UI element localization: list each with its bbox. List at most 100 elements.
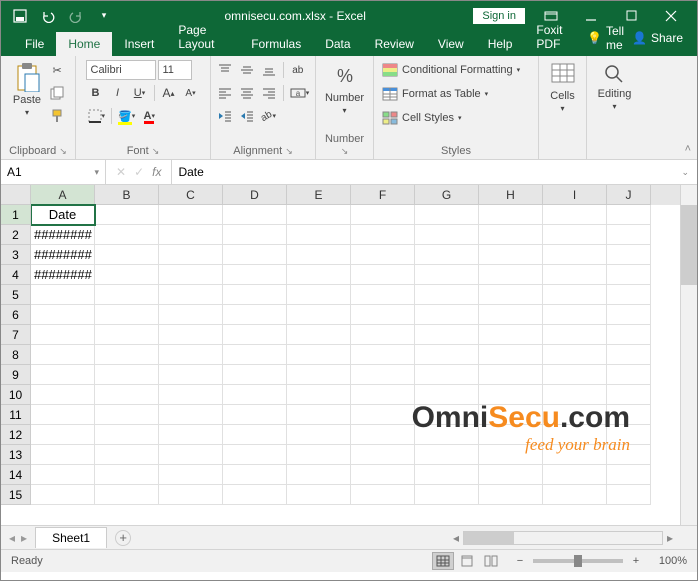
row-header[interactable]: 2 [1, 225, 30, 245]
align-middle-button[interactable] [237, 60, 257, 80]
cell[interactable] [415, 365, 479, 385]
cell[interactable] [31, 365, 95, 385]
cell[interactable] [95, 405, 159, 425]
cell[interactable] [95, 425, 159, 445]
cell[interactable] [479, 425, 543, 445]
cell[interactable] [159, 465, 223, 485]
merge-center-button[interactable]: a▾ [288, 83, 312, 103]
increase-font-button[interactable]: A▴ [159, 83, 179, 103]
row-header[interactable]: 9 [1, 365, 30, 385]
cell[interactable] [415, 285, 479, 305]
cell[interactable] [351, 465, 415, 485]
cell[interactable] [607, 485, 651, 505]
column-header[interactable]: J [607, 185, 651, 205]
underline-button[interactable]: U▾ [130, 83, 150, 103]
cell[interactable] [223, 365, 287, 385]
cell[interactable] [287, 305, 351, 325]
cell[interactable] [287, 445, 351, 465]
editing-button[interactable]: Editing ▾ [594, 60, 636, 113]
cell[interactable] [223, 485, 287, 505]
cell[interactable] [543, 285, 607, 305]
zoom-slider[interactable] [533, 559, 623, 563]
cell[interactable] [543, 305, 607, 325]
page-layout-view-button[interactable] [456, 552, 478, 570]
cell[interactable] [287, 225, 351, 245]
align-right-button[interactable] [259, 83, 279, 103]
row-header[interactable]: 7 [1, 325, 30, 345]
column-header[interactable]: F [351, 185, 415, 205]
share-button[interactable]: 👤Share [632, 31, 683, 45]
cell[interactable] [31, 465, 95, 485]
cell[interactable] [415, 225, 479, 245]
conditional-formatting-button[interactable]: Conditional Formatting▾ [380, 60, 532, 80]
vertical-scrollbar[interactable] [680, 185, 697, 525]
column-header[interactable]: B [95, 185, 159, 205]
cell[interactable] [223, 245, 287, 265]
decrease-indent-button[interactable] [215, 106, 235, 126]
zoom-level[interactable]: 100% [649, 555, 687, 567]
cell[interactable] [95, 225, 159, 245]
fx-icon[interactable]: fx [152, 165, 161, 179]
cell[interactable] [479, 405, 543, 425]
cell[interactable] [287, 205, 351, 225]
cell[interactable] [31, 345, 95, 365]
cell[interactable] [223, 305, 287, 325]
tab-review[interactable]: Review [363, 32, 426, 56]
cell[interactable] [607, 345, 651, 365]
cell[interactable] [159, 485, 223, 505]
cell[interactable] [31, 445, 95, 465]
cell[interactable] [31, 425, 95, 445]
cell[interactable] [543, 385, 607, 405]
cell[interactable] [351, 305, 415, 325]
cell[interactable] [95, 325, 159, 345]
cut-button[interactable]: ✂ [47, 60, 67, 80]
row-header[interactable]: 14 [1, 465, 30, 485]
cell[interactable] [479, 205, 543, 225]
row-header[interactable]: 12 [1, 425, 30, 445]
sheet-nav-prev-icon[interactable]: ◂ [9, 531, 15, 545]
cell[interactable] [159, 245, 223, 265]
cell[interactable] [223, 385, 287, 405]
cell[interactable] [479, 465, 543, 485]
cell[interactable] [223, 425, 287, 445]
horizontal-scrollbar[interactable] [463, 531, 663, 545]
save-icon[interactable] [7, 4, 33, 28]
sign-in-button[interactable]: Sign in [473, 8, 525, 24]
cell[interactable] [287, 365, 351, 385]
cell[interactable] [479, 245, 543, 265]
cell[interactable]: Date [31, 205, 95, 225]
cell[interactable] [351, 325, 415, 345]
align-center-button[interactable] [237, 83, 257, 103]
cell[interactable] [31, 405, 95, 425]
cell[interactable] [415, 205, 479, 225]
page-break-view-button[interactable] [480, 552, 502, 570]
cell[interactable] [95, 365, 159, 385]
cell[interactable] [31, 305, 95, 325]
cell[interactable] [351, 445, 415, 465]
select-all-corner[interactable] [1, 185, 31, 205]
tab-formulas[interactable]: Formulas [239, 32, 313, 56]
cell[interactable] [415, 385, 479, 405]
sheet-tab[interactable]: Sheet1 [35, 527, 107, 548]
decrease-font-button[interactable]: A▾ [181, 83, 201, 103]
increase-indent-button[interactable] [237, 106, 257, 126]
collapse-ribbon-icon[interactable]: ˄ [685, 143, 691, 155]
column-header[interactable]: I [543, 185, 607, 205]
cell[interactable] [607, 425, 651, 445]
borders-button[interactable]: ▾ [86, 106, 108, 126]
cell[interactable] [351, 345, 415, 365]
cell[interactable] [607, 285, 651, 305]
cell[interactable] [287, 265, 351, 285]
row-headers[interactable]: 123456789101112131415 [1, 205, 31, 505]
enter-formula-icon[interactable]: ✓ [134, 165, 144, 179]
cell[interactable] [351, 245, 415, 265]
row-header[interactable]: 8 [1, 345, 30, 365]
cell[interactable] [415, 345, 479, 365]
row-header[interactable]: 11 [1, 405, 30, 425]
cell[interactable] [543, 265, 607, 285]
cell[interactable] [95, 245, 159, 265]
cell[interactable] [223, 225, 287, 245]
cell[interactable] [543, 425, 607, 445]
cell[interactable] [159, 285, 223, 305]
row-header[interactable]: 6 [1, 305, 30, 325]
